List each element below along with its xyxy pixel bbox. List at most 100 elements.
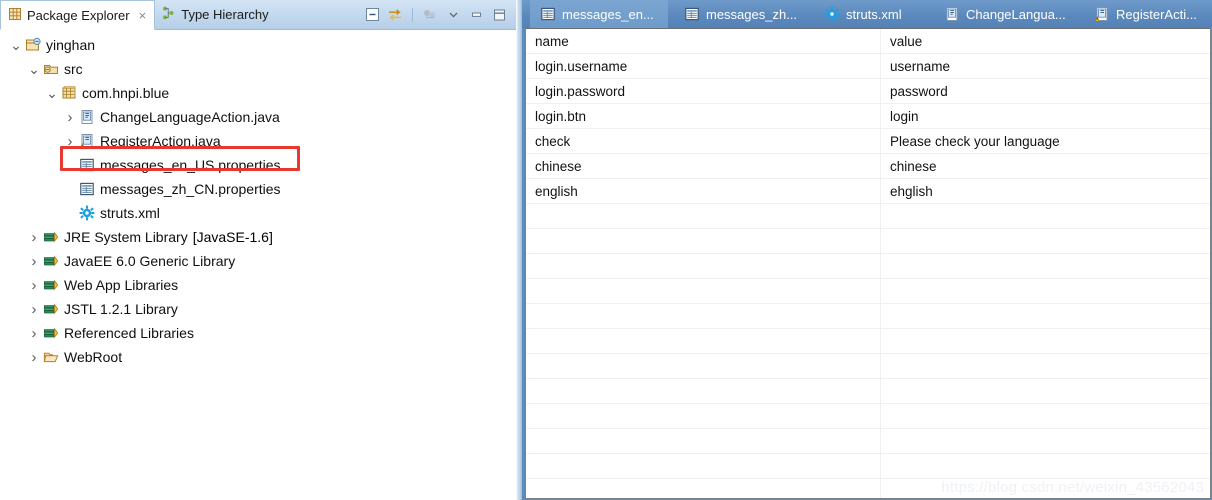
tree-item-jre-system-library[interactable]: › JRE System Library [JavaSE-1.6] xyxy=(0,225,516,249)
table-row-empty[interactable] xyxy=(526,253,1210,279)
cell-name[interactable]: chinese xyxy=(526,153,881,179)
cell-name[interactable] xyxy=(526,203,881,229)
editor-tab-changelangua[interactable]: ChangeLangua... xyxy=(934,0,1080,28)
chevron-right-icon[interactable]: › xyxy=(62,129,78,153)
cell-value[interactable]: username xyxy=(880,53,1210,79)
cell-name[interactable] xyxy=(526,453,881,479)
table-row-empty[interactable] xyxy=(526,428,1210,454)
cell-name[interactable]: login.password xyxy=(526,78,881,104)
tree-item-struts-xml[interactable]: struts.xml xyxy=(0,201,516,225)
cell-value[interactable] xyxy=(880,228,1210,254)
cell-value[interactable] xyxy=(880,303,1210,329)
cell-name[interactable]: login.username xyxy=(526,53,881,79)
table-row[interactable]: login.password password xyxy=(526,78,1210,104)
tree-item-changelanguageaction-java[interactable]: › ChangeLanguageAction.java xyxy=(0,105,516,129)
chevron-down-icon[interactable]: ⌄ xyxy=(26,57,42,81)
editor-tab-messages-zh[interactable]: messages_zh... xyxy=(674,0,811,28)
tree-item-web-app-libraries[interactable]: › Web App Libraries xyxy=(0,273,516,297)
tree-item-src[interactable]: ⌄ src xyxy=(0,57,516,81)
cell-name[interactable]: login.btn xyxy=(526,103,881,129)
cell-value[interactable] xyxy=(880,453,1210,479)
table-row-empty[interactable] xyxy=(526,228,1210,254)
cell-name[interactable] xyxy=(526,378,881,404)
library-icon xyxy=(42,301,60,317)
properties-editor[interactable]: name value login.username username login.pas… xyxy=(525,28,1211,499)
cell-name[interactable] xyxy=(526,403,881,429)
table-row[interactable]: name value xyxy=(526,29,1210,54)
table-row-empty[interactable] xyxy=(526,378,1210,404)
table-row-empty[interactable] xyxy=(526,203,1210,229)
cell-name[interactable] xyxy=(526,478,881,498)
cell-name[interactable] xyxy=(526,428,881,454)
chevron-right-icon[interactable]: › xyxy=(26,345,42,369)
table-row-empty[interactable] xyxy=(526,303,1210,329)
view-menu-icon[interactable] xyxy=(420,6,440,24)
chevron-right-icon[interactable]: › xyxy=(26,273,42,297)
tree-item-yinghan[interactable]: ⌄ yinghan xyxy=(0,33,516,57)
editor-tab-messages-en[interactable]: messages_en... xyxy=(530,0,668,28)
chevron-down-icon[interactable]: ⌄ xyxy=(44,81,60,105)
tree-item-label: yinghan xyxy=(46,37,96,53)
cell-value[interactable] xyxy=(880,378,1210,404)
cell-name[interactable] xyxy=(526,278,881,304)
chevron-right-icon[interactable]: › xyxy=(26,249,42,273)
cell-value[interactable]: password xyxy=(880,78,1210,104)
cell-value[interactable]: value xyxy=(880,29,1210,54)
tree-item-javaee-6-0-generic-library[interactable]: › JavaEE 6.0 Generic Library xyxy=(0,249,516,273)
cell-value[interactable]: ehglish xyxy=(880,178,1210,204)
cell-name[interactable]: english xyxy=(526,178,881,204)
cell-name[interactable]: name xyxy=(526,29,881,54)
table-row-empty[interactable] xyxy=(526,403,1210,429)
table-row-empty[interactable] xyxy=(526,453,1210,479)
table-row[interactable]: login.username username xyxy=(526,53,1210,79)
collapse-all-icon[interactable] xyxy=(362,6,382,24)
table-row[interactable]: english ehglish xyxy=(526,178,1210,204)
tree-item-webroot[interactable]: › WebRoot xyxy=(0,345,516,369)
cell-name[interactable] xyxy=(526,253,881,279)
editor-tab-struts-xml[interactable]: struts.xml xyxy=(814,0,916,28)
cell-value[interactable] xyxy=(880,278,1210,304)
close-icon[interactable]: × xyxy=(139,9,147,22)
table-row[interactable]: chinese chinese xyxy=(526,153,1210,179)
table-row-empty[interactable] xyxy=(526,328,1210,354)
chevron-right-icon[interactable]: › xyxy=(26,297,42,321)
cell-value[interactable]: login xyxy=(880,103,1210,129)
cell-value[interactable] xyxy=(880,328,1210,354)
cell-value[interactable] xyxy=(880,253,1210,279)
project-tree[interactable]: ⌄ yinghan ⌄ src ⌄ com.hnpi.blue › ChangeLan… xyxy=(0,30,516,500)
cell-value[interactable] xyxy=(880,203,1210,229)
table-row-empty[interactable] xyxy=(526,353,1210,379)
cell-value[interactable] xyxy=(880,353,1210,379)
tree-item-referenced-libraries[interactable]: › Referenced Libraries xyxy=(0,321,516,345)
type-hierarchy-icon xyxy=(162,6,176,23)
table-row-empty[interactable] xyxy=(526,278,1210,304)
view-tab-type-hierarchy[interactable]: Type Hierarchy xyxy=(155,0,276,29)
tree-item-registeraction-java[interactable]: › RegisterAction.java xyxy=(0,129,516,153)
cell-name[interactable] xyxy=(526,328,881,354)
cell-name[interactable] xyxy=(526,353,881,379)
maximize-icon[interactable] xyxy=(489,6,509,24)
tree-item-com-hnpi-blue[interactable]: ⌄ com.hnpi.blue xyxy=(0,81,516,105)
chevron-down-icon[interactable]: ⌄ xyxy=(8,33,24,57)
cell-value[interactable]: chinese xyxy=(880,153,1210,179)
cell-name[interactable] xyxy=(526,228,881,254)
link-with-editor-icon[interactable] xyxy=(385,6,405,24)
view-tab-package-explorer[interactable]: Package Explorer × xyxy=(0,0,156,30)
minimize-icon[interactable] xyxy=(466,6,486,24)
chevron-right-icon[interactable]: › xyxy=(62,105,78,129)
chevron-right-icon[interactable]: › xyxy=(26,321,42,345)
cell-value[interactable]: Please check your language xyxy=(880,128,1210,154)
cell-value[interactable] xyxy=(880,403,1210,429)
table-row[interactable]: check Please check your language xyxy=(526,128,1210,154)
watermark: https://blog.csdn.net/weixin_43562043 xyxy=(941,479,1204,496)
tree-item-messages-zh-cn-properties[interactable]: messages_zh_CN.properties xyxy=(0,177,516,201)
cell-name[interactable] xyxy=(526,303,881,329)
cell-value[interactable] xyxy=(880,428,1210,454)
tree-item-messages-en-us-properties[interactable]: messages_en_US.properties xyxy=(0,153,516,177)
tree-item-jstl-1-2-1-library[interactable]: › JSTL 1.2.1 Library xyxy=(0,297,516,321)
chevron-right-icon[interactable]: › xyxy=(26,225,42,249)
table-row[interactable]: login.btn login xyxy=(526,103,1210,129)
editor-tab-registeracti[interactable]: RegisterActi... xyxy=(1084,0,1211,28)
chevron-down-icon[interactable] xyxy=(443,6,463,24)
cell-name[interactable]: check xyxy=(526,128,881,154)
